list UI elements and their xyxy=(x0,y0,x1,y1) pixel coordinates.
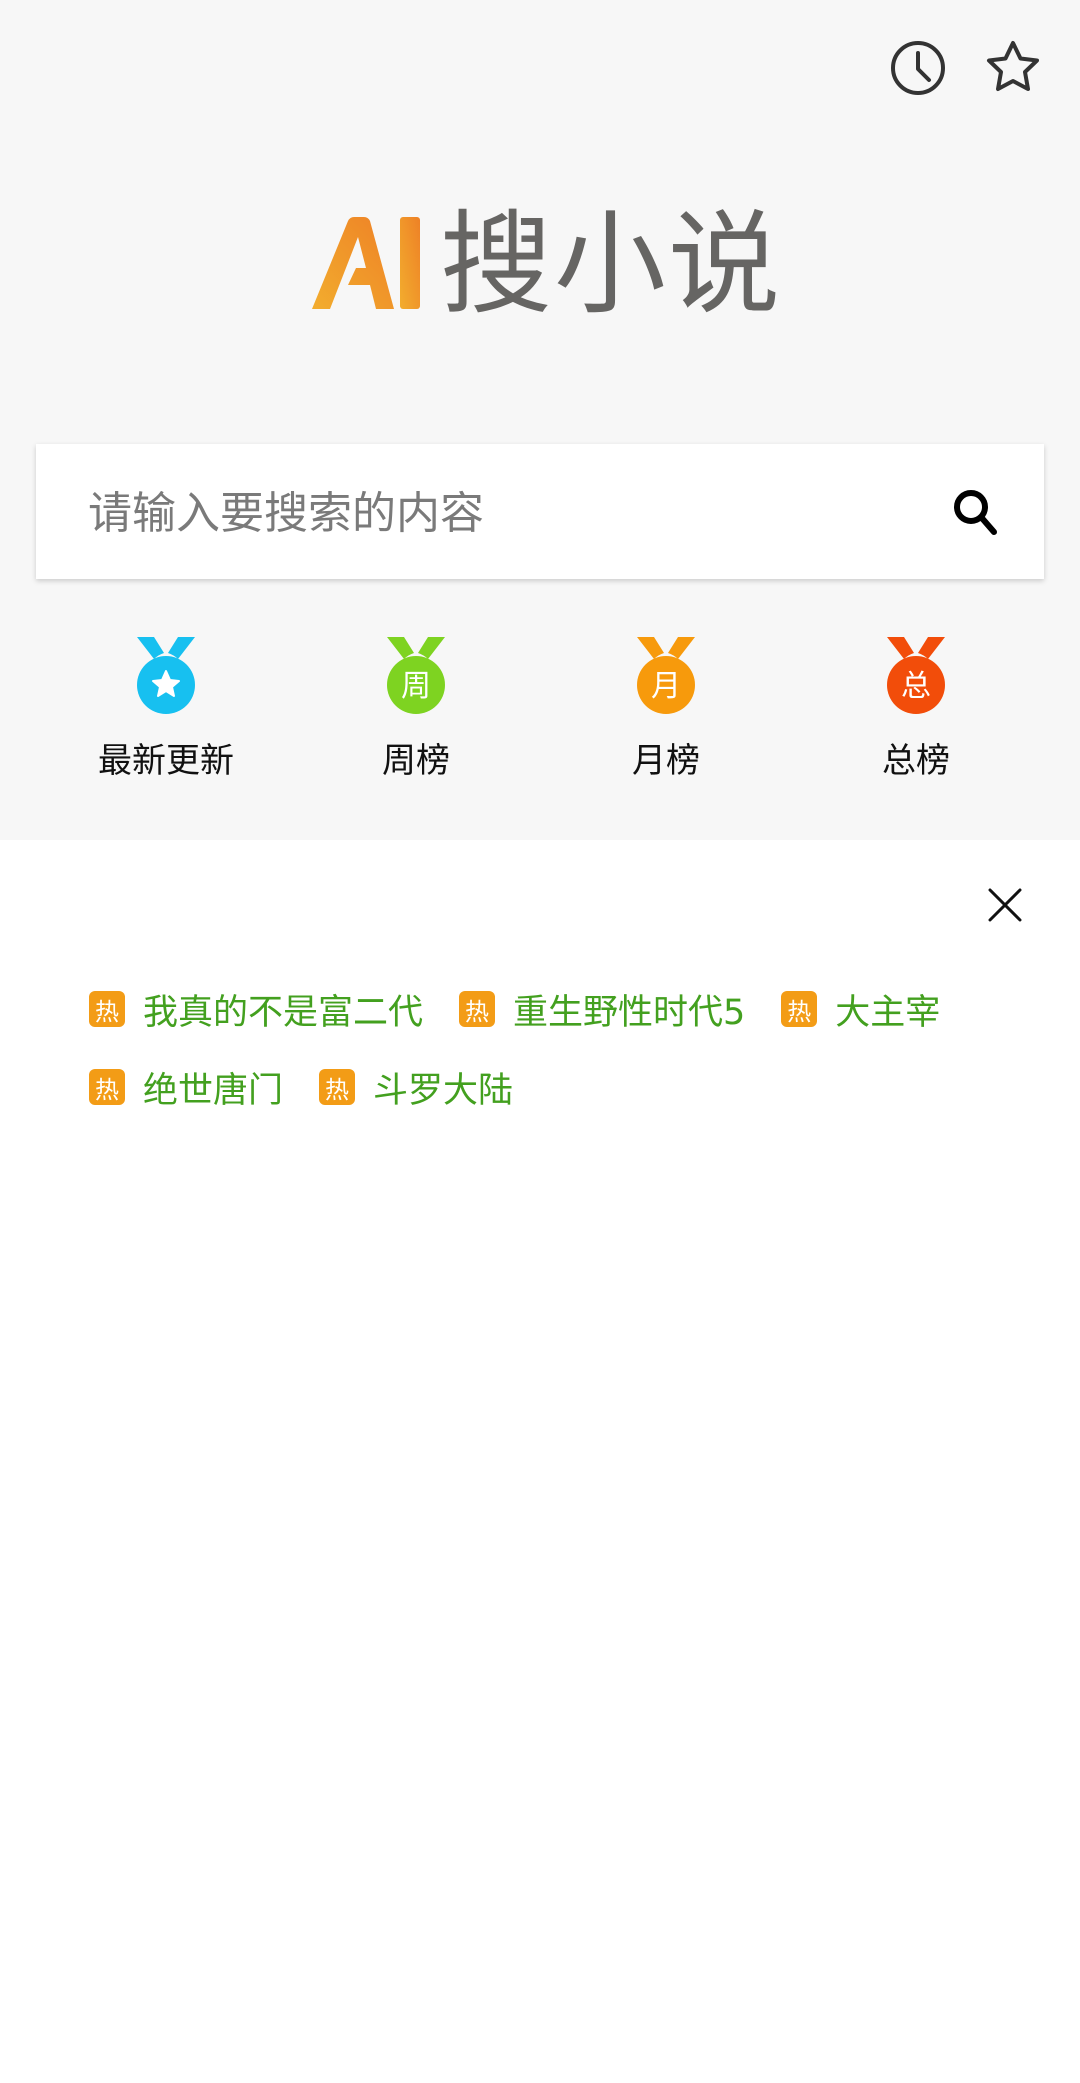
hot-badge-icon: 热 xyxy=(459,991,496,1027)
hot-badge-icon: 热 xyxy=(89,991,125,1027)
ai-logo-mark xyxy=(312,217,420,309)
hot-tag-text: 大主宰 xyxy=(835,992,941,1033)
medal-week-icon: 周 xyxy=(387,637,445,714)
clock-icon xyxy=(891,41,945,95)
hot-tag-text: 绝世唐门 xyxy=(143,1070,284,1111)
favorites-button[interactable] xyxy=(981,36,1045,100)
hot-row: 热 绝世唐门 热 斗罗大陆 xyxy=(89,1048,1039,1126)
rank-label: 最新更新 xyxy=(98,741,234,781)
medal-month-icon: 月 xyxy=(637,637,695,714)
history-button[interactable] xyxy=(886,36,950,100)
hot-badge-icon: 热 xyxy=(89,1069,125,1105)
hot-tag-text: 重生野性时代5 xyxy=(513,992,746,1033)
search-icon xyxy=(954,490,997,535)
hot-tag[interactable]: 热 大主宰 xyxy=(781,984,940,1035)
app-logo: 搜小说 xyxy=(310,205,782,325)
medal-glyph: 月 xyxy=(651,669,681,704)
medal-star-icon xyxy=(137,637,195,714)
rank-latest-updates[interactable]: 最新更新 xyxy=(41,635,291,782)
medal-glyph: 周 xyxy=(401,669,431,704)
rank-weekly[interactable]: 周 周榜 xyxy=(291,635,541,782)
rank-label: 周榜 xyxy=(382,741,450,781)
hot-tag[interactable]: 热 绝世唐门 xyxy=(89,1062,283,1113)
hot-tag[interactable]: 热 重生野性时代5 xyxy=(459,984,745,1035)
hot-search-list: 热 我真的不是富二代 热 重生野性时代5 热 大主宰 热 绝世唐门 热 斗罗大陆 xyxy=(89,970,1039,1126)
search-button[interactable] xyxy=(948,484,1004,540)
hot-tag-text: 我真的不是富二代 xyxy=(143,992,424,1033)
rank-overall[interactable]: 总 总榜 xyxy=(791,635,1041,782)
medal-glyph: 总 xyxy=(901,669,931,704)
rank-monthly[interactable]: 月 月榜 xyxy=(541,635,791,782)
hot-tag[interactable]: 热 斗罗大陆 xyxy=(319,1062,513,1113)
hot-badge-icon: 热 xyxy=(319,1069,356,1105)
rank-label: 月榜 xyxy=(632,741,700,781)
hot-tag[interactable]: 热 我真的不是富二代 xyxy=(89,984,423,1035)
medal-total-icon: 总 xyxy=(887,637,945,714)
hot-row: 热 我真的不是富二代 热 重生野性时代5 热 大主宰 xyxy=(89,970,1039,1048)
search-box xyxy=(36,444,1044,579)
hot-tag-text: 斗罗大陆 xyxy=(373,1070,514,1111)
star-icon xyxy=(987,41,1039,91)
search-input[interactable] xyxy=(86,472,940,554)
close-icon xyxy=(988,888,1022,922)
close-hot-button[interactable] xyxy=(985,885,1025,925)
app-title: 搜小说 xyxy=(440,200,782,330)
hot-badge-icon: 热 xyxy=(781,991,818,1027)
rank-label: 总榜 xyxy=(882,741,950,781)
rank-nav: 最新更新 周 周榜 月 月榜 总 总榜 xyxy=(0,635,1080,782)
